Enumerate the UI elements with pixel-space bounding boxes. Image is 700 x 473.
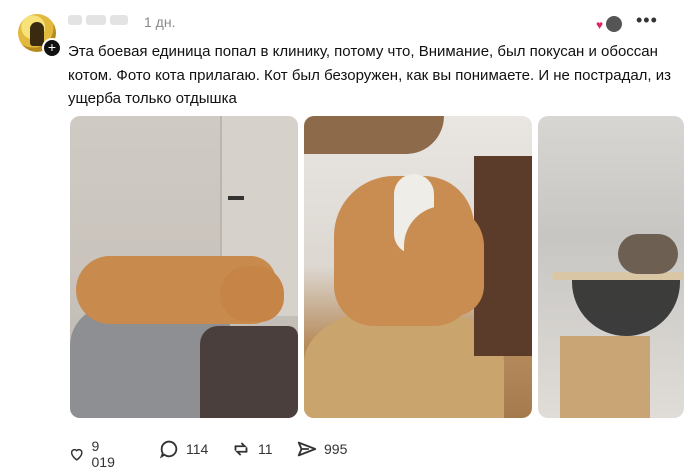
post-card: + 1 дн. ♥ ••• Эта боевая единица попал в… [0,0,700,473]
liked-by-avatar [604,14,624,34]
table [304,116,444,154]
share-count: 995 [324,441,348,457]
share-icon [297,441,317,457]
cushion [200,326,298,418]
comment-icon [159,440,178,459]
repost-count: 11 [258,441,273,457]
avatar-figure [30,22,44,46]
cat-shelf [552,272,684,280]
repost-icon [234,442,248,456]
like-count: 9 019 [91,438,115,470]
more-icon[interactable]: ••• [636,10,658,31]
repost-button[interactable]: 11 [230,438,273,460]
username-blurred[interactable] [68,11,132,29]
heart-icon [70,448,83,461]
dog-head [404,206,484,316]
comment-count: 114 [186,441,209,457]
post-time: 1 дн. [144,14,176,30]
door-handle [228,196,244,200]
like-button[interactable]: 9 019 [68,438,119,470]
share-button[interactable]: 995 [296,438,347,460]
liked-by-indicator[interactable]: ♥ [596,14,624,34]
heart-mini-icon: ♥ [596,18,604,32]
comment-button[interactable]: 114 [158,438,208,460]
photo-cat[interactable] [538,116,684,418]
cat-bowl [572,280,680,336]
dog-head [220,266,284,322]
photo-dog-standing[interactable] [304,116,532,418]
cat-house [560,336,650,418]
photo-dog-lying[interactable] [70,116,298,418]
post-text: Эта боевая единица попал в клинику, пото… [68,43,672,107]
cat [618,234,678,274]
follow-plus-button[interactable]: + [42,38,62,58]
